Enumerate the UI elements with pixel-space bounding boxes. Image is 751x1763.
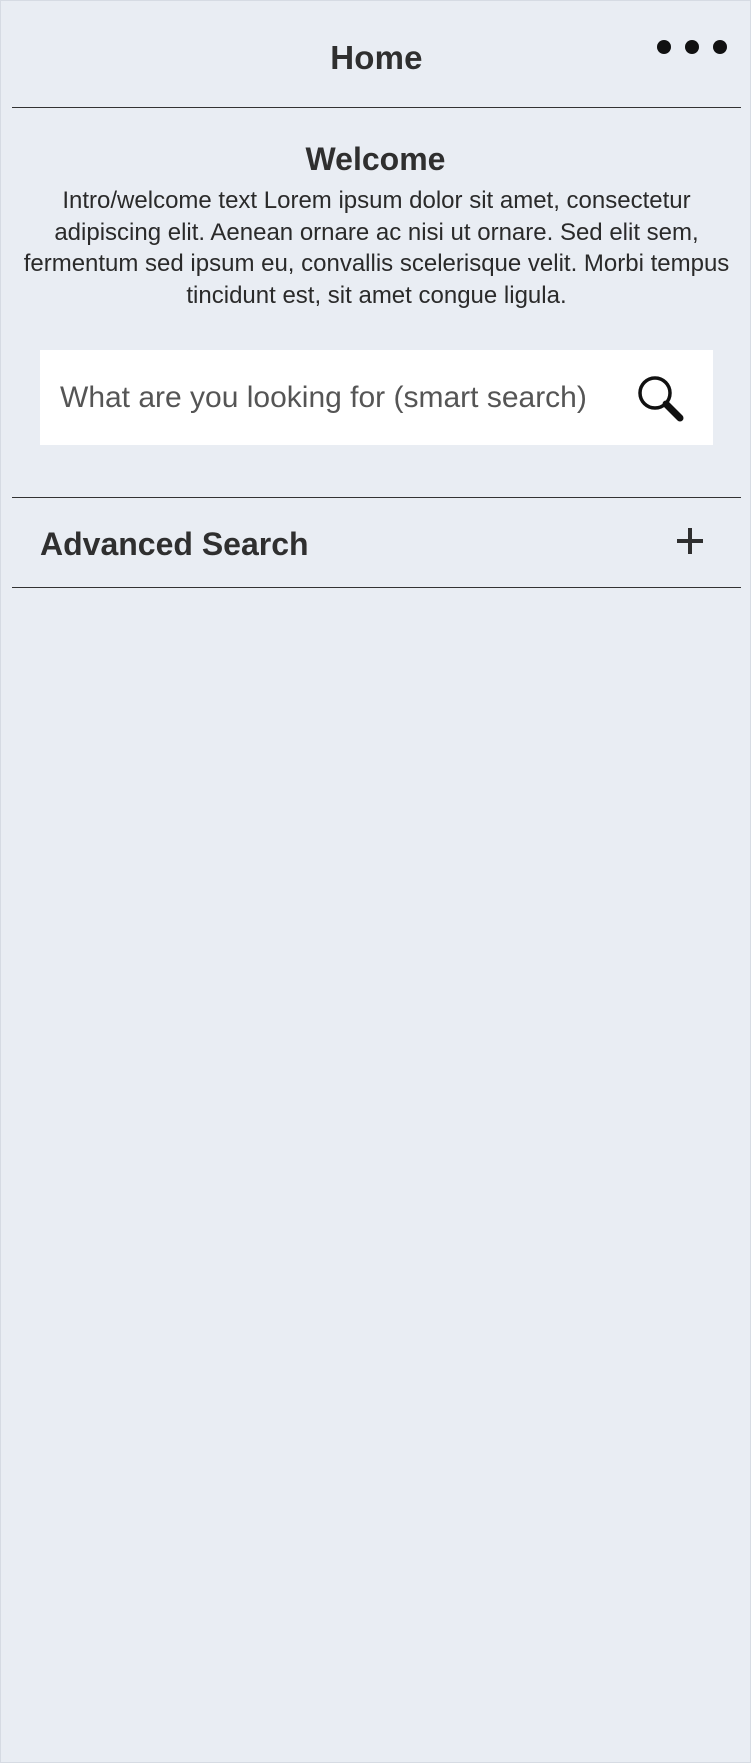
welcome-text: Intro/welcome text Lorem ipsum dolor sit… — [23, 187, 730, 309]
plus-icon[interactable] — [677, 528, 703, 554]
more-options-button[interactable] — [657, 36, 727, 58]
welcome-title: Welcome — [305, 141, 446, 177]
page-title: Home — [330, 39, 423, 76]
more-dot-icon — [657, 40, 671, 54]
app-frame: Home Welcome Intro/welcome text Lorem ip… — [0, 0, 751, 1763]
advanced-search-toggle[interactable]: Advanced Search — [12, 497, 741, 588]
search-icon[interactable] — [635, 373, 685, 423]
search-bar — [40, 350, 713, 445]
top-bar: Home — [12, 1, 741, 108]
more-dot-icon — [713, 40, 727, 54]
more-dot-icon — [685, 40, 699, 54]
search-input[interactable] — [60, 350, 620, 445]
advanced-search-label: Advanced Search — [40, 526, 309, 562]
